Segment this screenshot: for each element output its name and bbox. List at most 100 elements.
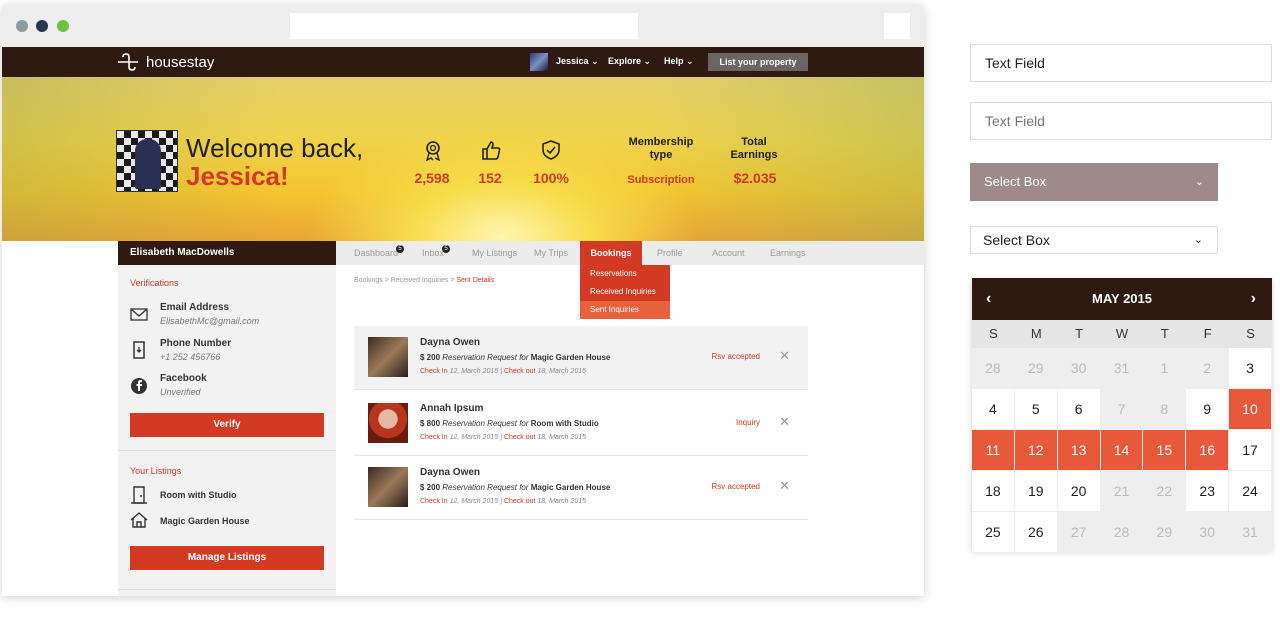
status-badge: Rsv accepted (711, 482, 760, 491)
listing-item[interactable]: Magic Garden House (160, 516, 250, 526)
tab-account[interactable]: Account (712, 241, 745, 265)
calendar-day[interactable]: 23 (1186, 471, 1230, 512)
calendar-day[interactable]: 26 (1014, 512, 1058, 553)
facebook-value: Unverified (160, 387, 201, 397)
calendar-day[interactable]: 17 (1229, 430, 1272, 471)
calendar-day[interactable]: 12 (1014, 430, 1058, 471)
calendar-day[interactable]: 30 (1057, 348, 1101, 389)
tab-my-trips[interactable]: My Trips (534, 241, 568, 265)
earnings-label-line1: Total (741, 136, 767, 148)
sidebar-divider (118, 589, 336, 590)
manage-listings-button[interactable]: Manage Listings (130, 546, 324, 570)
checkin-date: 12, March 2015 (449, 498, 499, 505)
calendar-day[interactable]: 28 (972, 348, 1015, 389)
dropdown-item-received-inquiries[interactable]: Received Inquiries (580, 283, 670, 301)
housestay-logo-icon (118, 53, 138, 71)
calendar-day[interactable]: 11 (972, 430, 1015, 471)
calendar-day[interactable]: 20 (1057, 471, 1101, 512)
close-icon[interactable]: ✕ (779, 348, 790, 364)
calendar-day[interactable]: 16 (1186, 430, 1230, 471)
calendar-day[interactable]: 15 (1143, 430, 1187, 471)
calendar-day[interactable]: 29 (1014, 348, 1058, 389)
profile-avatar[interactable] (116, 130, 178, 192)
calendar-day[interactable]: 2 (1186, 348, 1230, 389)
text-field-placeholder[interactable] (970, 102, 1272, 140)
verify-button[interactable]: Verify (130, 413, 324, 437)
breadcrumb-path[interactable]: Bookings > Received Inquiries > (354, 277, 456, 284)
chevron-left-icon[interactable]: ‹ (986, 278, 991, 320)
dropdown-item-reservations[interactable]: Reservations (580, 265, 670, 283)
booking-property: Magic Garden House (530, 483, 611, 492)
window-maximize-dot[interactable] (57, 20, 69, 32)
date-picker-calendar: MAY 2015 ‹ › SMTWTFS 28 29 30 31 1 2 3 4 5 6 7 8 9 10… (972, 278, 1272, 553)
calendar-day[interactable]: 14 (1100, 430, 1144, 471)
verified-shield-icon (542, 140, 560, 160)
select-box-outlined[interactable]: Select Box ⌄ (970, 226, 1218, 254)
calendar-day[interactable]: 6 (1057, 389, 1101, 430)
breadcrumb: Bookings > Received Inquiries > Sent Det… (354, 277, 494, 284)
calendar-day[interactable]: 24 (1229, 471, 1272, 512)
calendar-day[interactable]: 9 (1186, 389, 1230, 430)
tab-my-listings[interactable]: My Listings (472, 241, 517, 265)
window-close-dot[interactable] (16, 20, 28, 32)
calendar-day[interactable]: 4 (972, 389, 1015, 430)
tab-earnings[interactable]: Earnings (770, 241, 806, 265)
close-icon[interactable]: ✕ (779, 478, 790, 494)
calendar-day[interactable]: 8 (1143, 389, 1187, 430)
booking-row[interactable]: Annah Ipsum $ 800 Reservation Request fo… (354, 392, 808, 456)
logo[interactable]: housestay (116, 53, 214, 71)
weekday-label: T (1160, 326, 1169, 341)
membership-label-line2: type (649, 149, 673, 161)
calendar-day[interactable]: 18 (972, 471, 1015, 512)
facebook-icon (131, 378, 147, 394)
checkin-label: Check In (420, 498, 448, 505)
verifications-title: Verifications (130, 278, 179, 288)
calendar-day[interactable]: 3 (1229, 348, 1272, 389)
calendar-day[interactable]: 29 (1143, 512, 1187, 553)
browser-menu-button[interactable] (884, 13, 910, 39)
calendar-day[interactable]: 1 (1143, 348, 1187, 389)
tab-badge: 5 (396, 245, 404, 253)
calendar-day[interactable]: 10 (1229, 389, 1272, 430)
calendar-day[interactable]: 25 (972, 512, 1015, 553)
booking-row[interactable]: Dayna Owen $ 200 Reservation Request for… (354, 326, 808, 390)
tab-bookings[interactable]: Bookings (580, 241, 642, 265)
nav-avatar[interactable] (530, 53, 548, 71)
calendar-day[interactable]: 30 (1186, 512, 1230, 553)
tab-dashboard[interactable]: Dashboard (354, 241, 398, 265)
listing-item[interactable]: Room with Studio (160, 490, 237, 500)
tab-label: Dashboard (354, 248, 399, 258)
calendar-month-title: MAY 2015 (1092, 291, 1152, 306)
calendar-day[interactable]: 5 (1014, 389, 1058, 430)
calendar-day[interactable]: 7 (1100, 389, 1144, 430)
facebook-title: Facebook (160, 373, 207, 384)
booking-row[interactable]: Dayna Owen $ 200 Reservation Request for… (354, 456, 808, 520)
nav-user-menu[interactable]: Jessica ⌄ (556, 56, 599, 67)
calendar-day[interactable]: 31 (1229, 512, 1272, 553)
tab-profile[interactable]: Profile (657, 241, 683, 265)
calendar-day[interactable]: 13 (1057, 430, 1101, 471)
chevron-right-icon[interactable]: › (1251, 278, 1256, 320)
calendar-day[interactable]: 19 (1014, 471, 1058, 512)
dropdown-item-sent-inquiries[interactable]: Sent Inquiries (580, 301, 670, 319)
tab-inbox[interactable]: Inbox (422, 241, 444, 265)
booking-dates: Check In 12, March 2015 | Check out 18, … (420, 368, 587, 375)
calendar-day[interactable]: 27 (1057, 512, 1101, 553)
weekday-label: S (1246, 326, 1255, 341)
booking-summary: $ 200 Reservation Request for Magic Gard… (420, 353, 610, 362)
address-bar[interactable] (290, 13, 638, 39)
calendar-header: MAY 2015 ‹ › (972, 278, 1272, 320)
window-minimize-dot[interactable] (36, 20, 48, 32)
nav-explore-menu[interactable]: Explore ⌄ (608, 56, 651, 67)
calendar-day[interactable]: 22 (1143, 471, 1187, 512)
calendar-day[interactable]: 31 (1100, 348, 1144, 389)
list-property-button[interactable]: List your property (708, 53, 808, 71)
calendar-day[interactable]: 28 (1100, 512, 1144, 553)
select-box-filled[interactable]: Select Box ⌄ (970, 163, 1218, 201)
close-icon[interactable]: ✕ (779, 414, 790, 430)
nav-help-menu[interactable]: Help ⌄ (664, 56, 694, 67)
text-field[interactable] (970, 44, 1272, 82)
guest-name: Annah Ipsum (420, 403, 484, 414)
phone-value: +1 252 456766 (160, 352, 221, 362)
calendar-day[interactable]: 21 (1100, 471, 1144, 512)
